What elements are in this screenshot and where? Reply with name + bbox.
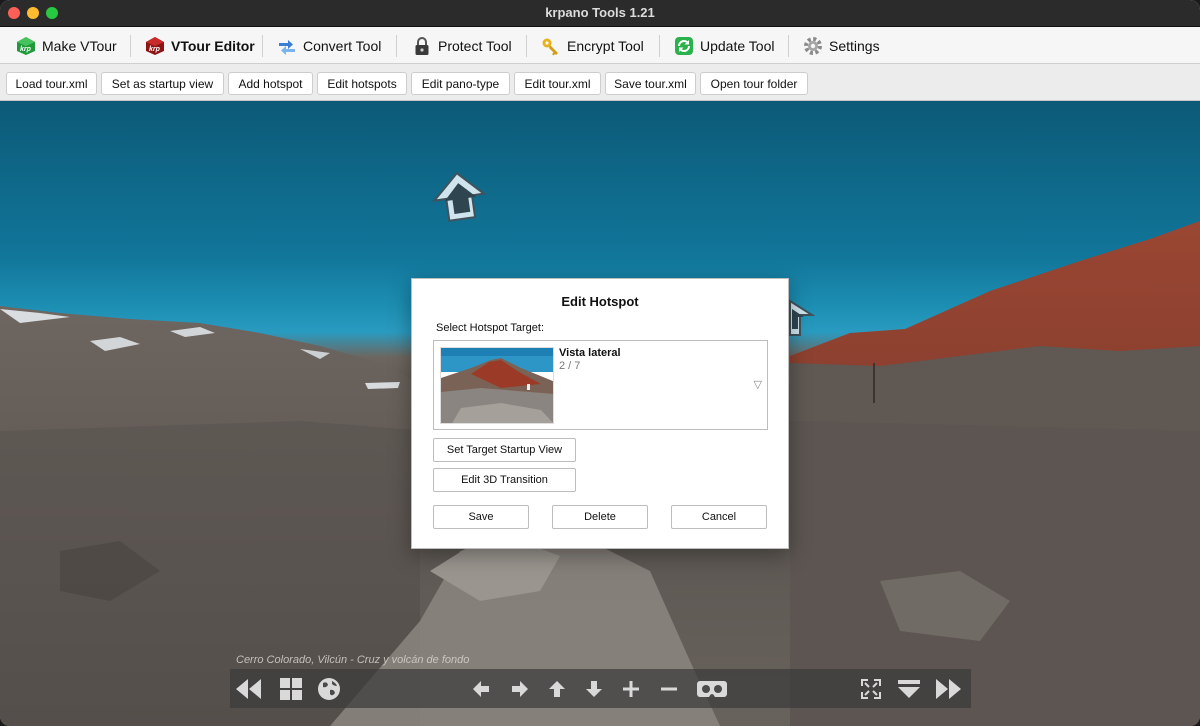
tab-label: Update Tool bbox=[700, 38, 775, 54]
save-tour-button[interactable]: Save tour.xml bbox=[605, 72, 696, 95]
key-icon bbox=[541, 36, 561, 56]
padlock-icon bbox=[412, 36, 432, 56]
tab-convert-tool[interactable]: Convert Tool bbox=[277, 33, 381, 59]
krpano-green-icon: krp bbox=[16, 36, 36, 56]
divider bbox=[526, 35, 527, 57]
svg-text:krp: krp bbox=[149, 46, 161, 53]
zoom-in-icon[interactable] bbox=[617, 675, 645, 703]
thumbnails-grid-icon[interactable] bbox=[277, 675, 305, 703]
hide-controls-icon[interactable] bbox=[895, 675, 923, 703]
tab-encrypt-tool[interactable]: Encrypt Tool bbox=[541, 33, 644, 59]
tab-vtour-editor[interactable]: krp VTour Editor bbox=[145, 33, 255, 59]
divider bbox=[788, 35, 789, 57]
save-button[interactable]: Save bbox=[433, 505, 529, 529]
skip-forward-icon[interactable] bbox=[935, 675, 963, 703]
divider bbox=[659, 35, 660, 57]
divider bbox=[130, 35, 131, 57]
divider bbox=[262, 35, 263, 57]
gear-icon bbox=[803, 36, 823, 56]
tab-label: Make VTour bbox=[42, 38, 117, 54]
tab-label: Protect Tool bbox=[438, 38, 512, 54]
app-window: krpano Tools 1.21 krp Make VTour krp VTo… bbox=[0, 0, 1200, 726]
dropdown-triangle-icon[interactable]: ▽ bbox=[754, 378, 762, 391]
pano-viewer[interactable]: Edit Hotspot Select Hotspot Target: Vist… bbox=[0, 101, 1200, 726]
select-target-label: Select Hotspot Target: bbox=[436, 322, 545, 334]
globe-icon[interactable] bbox=[315, 675, 343, 703]
target-name: Vista lateral bbox=[559, 347, 621, 359]
tab-make-vtour[interactable]: krp Make VTour bbox=[16, 33, 117, 59]
krpano-red-icon: krp bbox=[145, 36, 165, 56]
vr-goggles-icon[interactable] bbox=[695, 675, 729, 703]
edit-tour-xml-button[interactable]: Edit tour.xml bbox=[514, 72, 601, 95]
viewer-control-bar bbox=[230, 669, 971, 708]
arrow-up-icon[interactable] bbox=[543, 675, 571, 703]
divider bbox=[396, 35, 397, 57]
refresh-icon bbox=[674, 36, 694, 56]
hotspot-arrow-icon[interactable] bbox=[431, 170, 487, 223]
open-tour-folder-button[interactable]: Open tour folder bbox=[700, 72, 808, 95]
dialog-title: Edit Hotspot bbox=[561, 294, 639, 309]
skip-back-icon[interactable] bbox=[234, 675, 262, 703]
svg-text:krp: krp bbox=[20, 46, 32, 53]
tab-label: Encrypt Tool bbox=[567, 38, 644, 54]
tab-update-tool[interactable]: Update Tool bbox=[674, 33, 774, 59]
arrow-left-icon[interactable] bbox=[467, 675, 495, 703]
edit-3d-transition-button[interactable]: Edit 3D Transition bbox=[433, 468, 576, 492]
pano-caption: Cerro Colorado, Vilcún - Cruz y volcán d… bbox=[236, 654, 470, 666]
edit-hotspot-dialog: Edit Hotspot Select Hotspot Target: Vist… bbox=[411, 278, 789, 549]
load-tour-button[interactable]: Load tour.xml bbox=[6, 72, 97, 95]
arrow-right-icon[interactable] bbox=[506, 675, 534, 703]
hotspot-target-select[interactable]: Vista lateral 2 / 7 ▽ bbox=[433, 340, 768, 430]
arrow-down-icon[interactable] bbox=[580, 675, 608, 703]
target-thumbnail bbox=[440, 347, 554, 424]
tab-label: Settings bbox=[829, 38, 880, 54]
title-bar: krpano Tools 1.21 bbox=[0, 0, 1200, 27]
edit-pano-type-button[interactable]: Edit pano-type bbox=[411, 72, 510, 95]
add-hotspot-button[interactable]: Add hotspot bbox=[228, 72, 313, 95]
delete-button[interactable]: Delete bbox=[552, 505, 648, 529]
set-startup-view-button[interactable]: Set as startup view bbox=[101, 72, 224, 95]
action-bar: Load tour.xml Set as startup view Add ho… bbox=[0, 65, 1200, 101]
edit-hotspots-button[interactable]: Edit hotspots bbox=[317, 72, 407, 95]
set-target-startup-view-button[interactable]: Set Target Startup View bbox=[433, 438, 576, 462]
tool-tabs: krp Make VTour krp VTour Editor Convert … bbox=[0, 27, 1200, 64]
hotspot-arrow-icon[interactable] bbox=[789, 299, 816, 336]
zoom-out-icon[interactable] bbox=[655, 675, 683, 703]
window-title: krpano Tools 1.21 bbox=[545, 5, 655, 20]
tab-label: Convert Tool bbox=[303, 38, 382, 54]
cancel-button[interactable]: Cancel bbox=[671, 505, 767, 529]
target-index: 2 / 7 bbox=[559, 360, 581, 372]
tab-protect-tool[interactable]: Protect Tool bbox=[412, 33, 512, 59]
convert-arrows-icon bbox=[277, 36, 297, 56]
tab-settings[interactable]: Settings bbox=[803, 33, 880, 59]
tab-label: VTour Editor bbox=[171, 38, 255, 54]
fullscreen-icon[interactable] bbox=[857, 675, 885, 703]
